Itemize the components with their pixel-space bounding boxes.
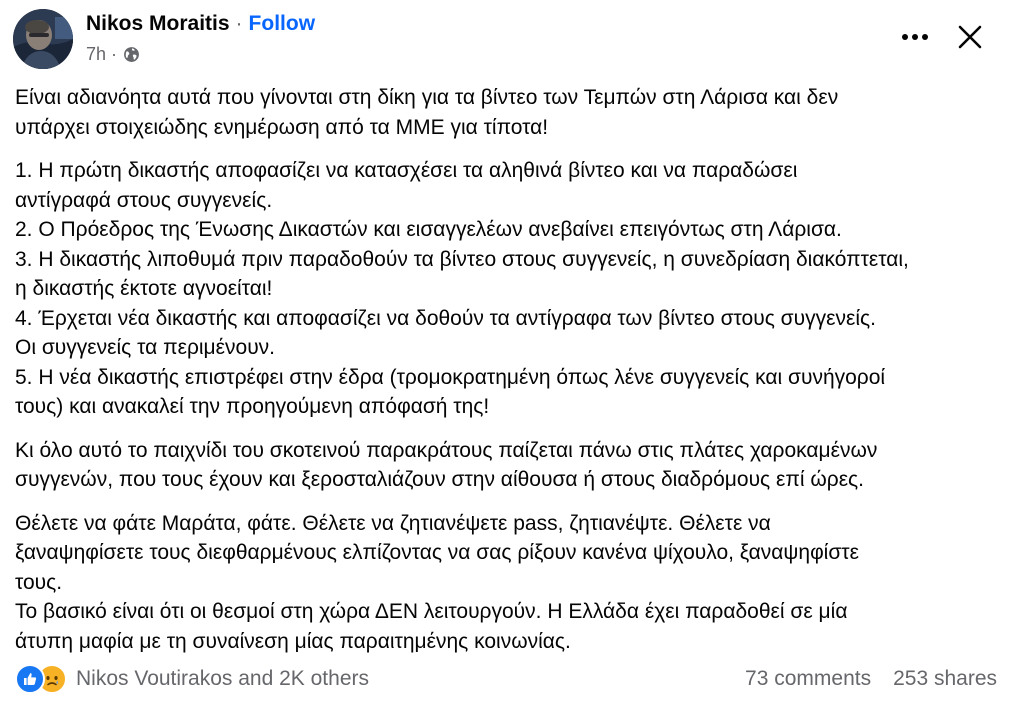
name-separator: · <box>235 12 243 35</box>
shares-count-link[interactable]: 253 shares <box>893 667 997 691</box>
post-footer: Nikos Voutirakos and 2K others 73 commen… <box>0 660 1015 700</box>
reactors-text: Nikos Voutirakos and 2K others <box>76 667 369 690</box>
reaction-icons <box>15 664 67 694</box>
post-paragraph: Κι όλο αυτό το παιχνίδι του σκοτεινού πα… <box>15 438 878 492</box>
post-text: Είναι αδιανόητα αυτά που γίνονται στη δί… <box>15 83 1010 656</box>
globe-icon[interactable] <box>123 46 140 63</box>
more-options-icon <box>902 34 928 40</box>
meta-separator: · <box>111 43 118 64</box>
comments-count-link[interactable]: 73 comments <box>745 667 871 691</box>
post-paragraph: 1. Η πρώτη δικαστής αποφασίζει να κατασχ… <box>15 159 909 418</box>
close-icon <box>958 25 982 49</box>
reactions-summary[interactable]: Nikos Voutirakos and 2K others <box>15 664 369 694</box>
more-options-button[interactable] <box>895 19 935 55</box>
post-paragraph: Είναι αδιανόητα αυτά που γίνονται στη δί… <box>15 86 839 139</box>
close-button[interactable] <box>950 17 990 57</box>
post-meta: 7h · <box>86 42 140 66</box>
avatar-photo <box>13 9 73 69</box>
post-stats: 73 comments 253 shares <box>745 667 997 691</box>
like-reaction-icon <box>15 664 45 694</box>
post-header: Nikos Moraitis · Follow 7h · <box>0 0 1015 80</box>
author-avatar[interactable] <box>13 9 73 69</box>
post-paragraph: Θέλετε να φάτε Μαράτα, φάτε. Θέλετε να ζ… <box>15 511 859 653</box>
post-time[interactable]: 7h <box>86 44 106 65</box>
author-name[interactable]: Nikos Moraitis <box>86 12 230 36</box>
follow-button[interactable]: Follow <box>249 12 316 36</box>
author-name-row: Nikos Moraitis · Follow <box>86 10 315 38</box>
